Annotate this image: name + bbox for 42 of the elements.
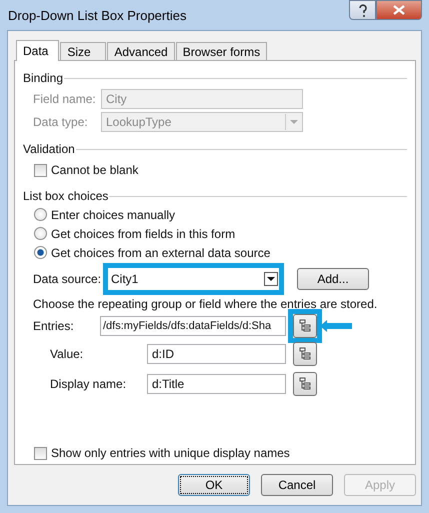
tree-button[interactable]: [293, 372, 317, 396]
tree-icon: [299, 347, 311, 361]
checkbox-label: Cannot be blank: [51, 163, 138, 177]
help-icon: [358, 4, 368, 16]
close-icon: [393, 5, 405, 15]
group-label: Validation: [23, 142, 75, 156]
add-button[interactable]: Add...: [297, 268, 369, 290]
input-field[interactable]: d:Title: [147, 374, 286, 394]
group-label: List box choices: [23, 189, 108, 203]
field-label: Entries:: [33, 319, 75, 333]
tree-button[interactable]: [293, 342, 317, 366]
input-field[interactable]: /dfs:myFields/dfs:dataFields/d:Sha: [100, 316, 286, 336]
dropdown-arrow-icon: [285, 114, 301, 130]
checkbox[interactable]: [34, 446, 47, 460]
tab[interactable]: Size: [60, 42, 106, 60]
tree-icon: [299, 377, 311, 391]
tab[interactable]: Browser forms: [176, 42, 268, 60]
input-field[interactable]: d:ID: [147, 344, 286, 364]
dialog-button[interactable]: OK: [178, 474, 250, 496]
dialog-button[interactable]: Cancel: [261, 474, 333, 496]
field-label: Value:: [50, 347, 84, 361]
group-label: Binding: [23, 71, 64, 85]
close-button[interactable]: [376, 0, 422, 20]
checkbox[interactable]: [34, 164, 47, 176]
radio-label: Get choices from fields in this form: [51, 226, 236, 240]
radio-label: Get choices from an external data source: [51, 246, 270, 260]
tree-button[interactable]: [293, 314, 317, 338]
radio-button[interactable]: [34, 227, 47, 240]
help-button[interactable]: [349, 0, 376, 20]
radio-button[interactable]: [34, 208, 47, 221]
field-label: Data source:: [33, 272, 101, 286]
radio-label: Enter choices manually: [51, 208, 176, 222]
tab[interactable]: Advanced: [107, 42, 175, 60]
tab[interactable]: Data: [16, 40, 60, 61]
radio-button[interactable]: [34, 246, 47, 259]
tree-icon: [299, 319, 311, 333]
field-label: Data type:: [33, 114, 89, 128]
field-label: Field name:: [33, 92, 97, 106]
field-label: Display name:: [50, 377, 128, 391]
hint-text: Choose the repeating group or field where the entries are stored.: [33, 297, 378, 311]
checkbox-label: Show only entries with unique display names: [51, 446, 290, 460]
window-title: Drop-Down List Box Properties: [8, 8, 186, 22]
